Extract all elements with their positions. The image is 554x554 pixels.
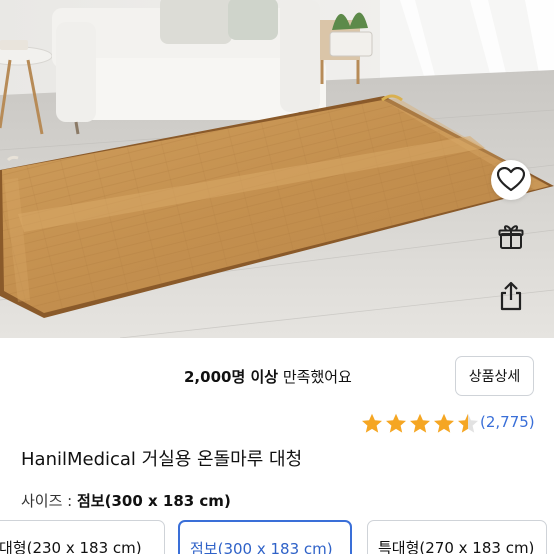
- product-detail-button[interactable]: 상품상세: [455, 356, 534, 396]
- star-icon: [458, 413, 478, 433]
- size-label: 사이즈 :: [21, 492, 77, 510]
- product-image: [0, 0, 554, 338]
- size-selected-value: 점보(300 x 183 cm): [77, 492, 231, 510]
- size-selection-summary: 사이즈 : 점보(300 x 183 cm): [21, 490, 231, 511]
- star-icon: [362, 413, 382, 433]
- heart-icon: [497, 167, 525, 192]
- sofa: [52, 0, 326, 135]
- size-option[interactable]: 특대형(270 x 183 cm): [367, 520, 547, 554]
- review-count-link[interactable]: (2,775): [480, 413, 535, 431]
- star-icon: [410, 413, 430, 433]
- share-icon: [500, 281, 522, 311]
- size-option[interactable]: 대형(230 x 183 cm): [0, 520, 165, 554]
- product-photo-illustration: [0, 0, 554, 338]
- wishlist-button[interactable]: [491, 160, 531, 200]
- star-rating: [360, 412, 480, 436]
- star-icon: [386, 413, 406, 433]
- satisfaction-count: 2,000명 이상: [184, 368, 279, 386]
- share-button[interactable]: [493, 278, 529, 314]
- star-icon: [434, 413, 454, 433]
- gift-button[interactable]: [493, 219, 529, 255]
- gift-icon: [498, 225, 524, 249]
- size-option-selected[interactable]: 점보(300 x 183 cm): [178, 520, 352, 554]
- product-title: HanilMedical 거실용 온돌마루 대청: [21, 449, 303, 470]
- satisfaction-text: 2,000명 이상 만족했어요: [184, 366, 352, 387]
- satisfaction-label: 만족했어요: [278, 368, 352, 386]
